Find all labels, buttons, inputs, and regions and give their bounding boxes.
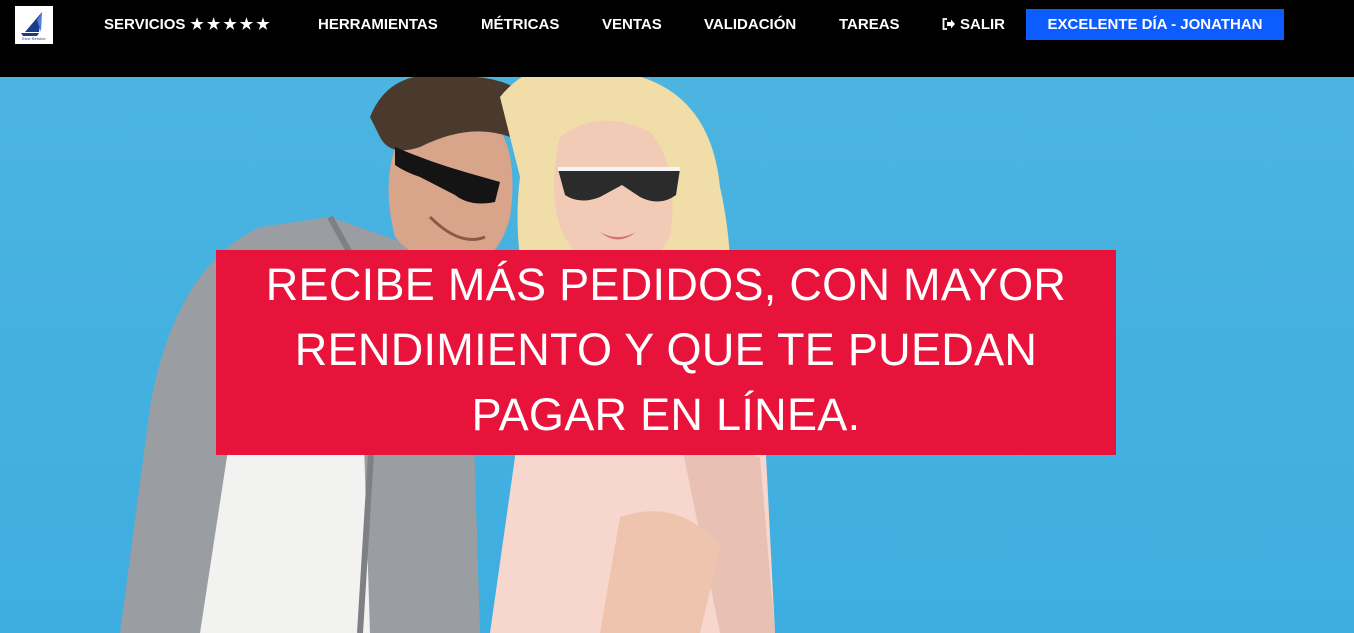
hero-banner: RECIBE MÁS PEDIDOS, CON MAYOR RENDIMIENT… (216, 250, 1116, 455)
sign-out-icon (942, 18, 955, 30)
star-icon: ★ (239, 16, 254, 33)
star-icon: ★ (190, 16, 204, 33)
rating-stars: ★ ★ ★ ★ ★ (187, 16, 269, 34)
star-icon: ★ (223, 16, 237, 33)
logo-text: Envi Service (22, 36, 46, 41)
top-navbar: Envi Service SERVICIOS ★ ★ ★ ★ ★ HERRAMIENTAS… (0, 0, 1354, 77)
nav-servicios-label: SERVICIOS (104, 16, 186, 33)
nav-servicios[interactable]: SERVICIOS ★ ★ ★ ★ ★ (104, 16, 270, 34)
nav-validacion[interactable]: VALIDACIÓN (704, 16, 796, 34)
star-icon: ★ (256, 16, 270, 33)
nav-salir[interactable]: SALIR (942, 16, 1005, 34)
brand-logo[interactable]: Envi Service (15, 6, 53, 44)
nav-salir-label: SALIR (960, 16, 1005, 33)
hero-headline: RECIBE MÁS PEDIDOS, CON MAYOR RENDIMIENT… (265, 259, 1067, 440)
nav-herramientas[interactable]: HERRAMIENTAS (318, 16, 438, 34)
greeting-user-button[interactable]: EXCELENTE DÍA - JONATHAN (1026, 9, 1284, 40)
nav-ventas[interactable]: VENTAS (602, 16, 662, 34)
nav-metricas[interactable]: MÉTRICAS (481, 16, 559, 34)
nav-tareas[interactable]: TAREAS (839, 16, 900, 34)
star-icon: ★ (206, 16, 221, 33)
hero-section: RECIBE MÁS PEDIDOS, CON MAYOR RENDIMIENT… (0, 77, 1354, 633)
